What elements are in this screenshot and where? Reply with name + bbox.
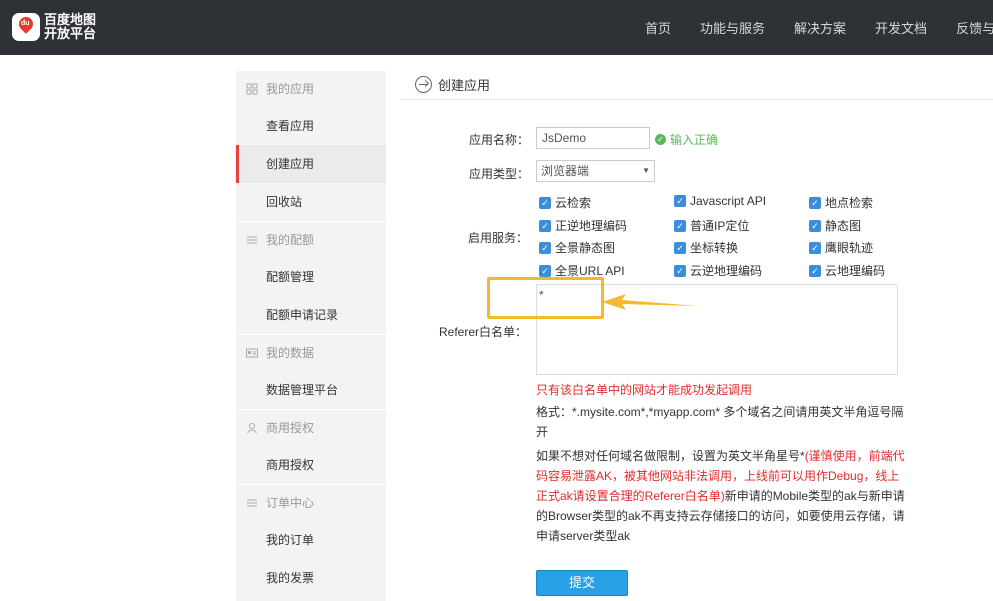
- annotation-highlight-box: [487, 277, 604, 319]
- nav-home[interactable]: 首页: [645, 18, 671, 37]
- top-navigation-bar: du 百度地图 开放平台 首页 功能与服务 解决方案 开发文档 反馈与: [0, 0, 993, 55]
- sidebar-item-my-invoices[interactable]: 我的发票: [236, 559, 386, 597]
- checkbox-checked-icon: ✓: [539, 219, 551, 232]
- checkbox-checked-icon: ✓: [809, 219, 821, 232]
- app-name-input[interactable]: JsDemo: [536, 127, 650, 149]
- sidebar-item-quota-records[interactable]: 配额申请记录: [236, 296, 386, 334]
- id-card-icon: [246, 348, 258, 358]
- sidebar-group-commercial: 商用授权: [236, 409, 386, 446]
- dropdown-arrow-icon: ▼: [642, 166, 650, 175]
- format-note: 格式：*.mysite.com*,*myapp.com* 多个域名之间请用英文半…: [536, 405, 904, 439]
- checkbox-checked-icon: ✓: [809, 241, 821, 254]
- page-title: 创建应用: [415, 75, 490, 94]
- sidebar-item-my-orders[interactable]: 我的订单: [236, 521, 386, 559]
- app-type-select[interactable]: 浏览器端 ▼: [536, 160, 655, 182]
- submit-button[interactable]: 提交: [536, 570, 628, 596]
- sidebar-item-recycle-bin[interactable]: 回收站: [236, 183, 386, 221]
- app-name-label: 应用名称：: [469, 133, 530, 147]
- logo-pin-icon: du: [12, 13, 40, 41]
- annotation-arrow-icon: [602, 294, 698, 310]
- nav-solutions[interactable]: 解决方案: [794, 18, 846, 37]
- service-checkbox[interactable]: ✓ 云逆地理编码: [674, 262, 762, 279]
- checkbox-checked-icon: ✓: [674, 264, 686, 277]
- sidebar-item-quota-management[interactable]: 配额管理: [236, 258, 386, 296]
- service-checkbox[interactable]: ✓ 云地理编码: [809, 262, 885, 279]
- sidebar-item-create-app[interactable]: 创建应用: [236, 145, 386, 183]
- service-checkbox[interactable]: ✓ 普通IP定位: [674, 217, 749, 234]
- apps-icon: [246, 83, 258, 95]
- main-nav: 首页 功能与服务 解决方案 开发文档 反馈与: [645, 0, 993, 55]
- sidebar-item-view-apps[interactable]: 查看应用: [236, 107, 386, 145]
- check-circle-icon: ✓: [655, 134, 666, 145]
- app-type-label: 应用类型：: [469, 167, 530, 181]
- service-checkbox[interactable]: ✓ 正逆地理编码: [539, 217, 627, 234]
- sidebar-item-data-platform[interactable]: 数据管理平台: [236, 371, 386, 409]
- list-icon: [247, 236, 257, 244]
- sidebar-group-my-apps: 我的应用: [236, 70, 386, 107]
- service-checkbox[interactable]: ✓ 全景静态图: [539, 239, 615, 256]
- arrow-circle-right-icon: [415, 76, 432, 93]
- service-checkbox[interactable]: ✓ 静态图: [809, 217, 861, 234]
- referer-label: Referer白名单：: [439, 325, 528, 339]
- sidebar: 我的应用 查看应用 创建应用 回收站 我的配额 配额管理 配额申请记录 我的数据…: [236, 70, 386, 601]
- checkbox-checked-icon: ✓: [539, 196, 551, 209]
- checkbox-checked-icon: ✓: [674, 219, 686, 232]
- service-checkbox[interactable]: ✓ Javascript API: [674, 194, 766, 208]
- service-checkbox[interactable]: ✓ 地点检索: [809, 194, 873, 211]
- app-name-validation: ✓ 输入正确: [655, 131, 718, 148]
- sidebar-group-my-quota: 我的配额: [236, 221, 386, 258]
- nav-docs[interactable]: 开发文档: [875, 18, 927, 37]
- nav-features[interactable]: 功能与服务: [700, 18, 765, 37]
- list-icon: [247, 499, 257, 507]
- service-checkbox[interactable]: ✓ 云检索: [539, 194, 591, 211]
- service-checkbox[interactable]: ✓ 坐标转换: [674, 239, 738, 256]
- whitelist-note: 只有该白名单中的网站才能成功发起调用: [536, 383, 753, 397]
- logo-line-2: 开放平台: [44, 26, 97, 41]
- checkbox-checked-icon: ✓: [809, 264, 821, 277]
- unlimited-note: 如果不想对任何域名做限制，设置为英文半角星号*(谨慎使用，前端代码容易泄露AK，…: [536, 449, 905, 543]
- nav-feedback[interactable]: 反馈与: [956, 18, 993, 37]
- service-checkbox[interactable]: ✓ 鹰眼轨迹: [809, 239, 873, 256]
- checkbox-checked-icon: ✓: [674, 241, 686, 254]
- sidebar-group-orders: 订单中心: [236, 484, 386, 521]
- checkbox-checked-icon: ✓: [809, 196, 821, 209]
- sidebar-item-commercial-auth[interactable]: 商用授权: [236, 446, 386, 484]
- services-label: 启用服务：: [468, 231, 529, 245]
- checkbox-checked-icon: ✓: [539, 264, 551, 277]
- checkbox-checked-icon: ✓: [674, 195, 686, 207]
- sidebar-group-my-data: 我的数据: [236, 334, 386, 371]
- divider: [400, 99, 993, 100]
- logo-line-1: 百度地图: [44, 12, 97, 27]
- user-icon: [247, 423, 257, 434]
- checkbox-checked-icon: ✓: [539, 241, 551, 254]
- baidu-map-logo[interactable]: du 百度地图 开放平台: [12, 13, 96, 41]
